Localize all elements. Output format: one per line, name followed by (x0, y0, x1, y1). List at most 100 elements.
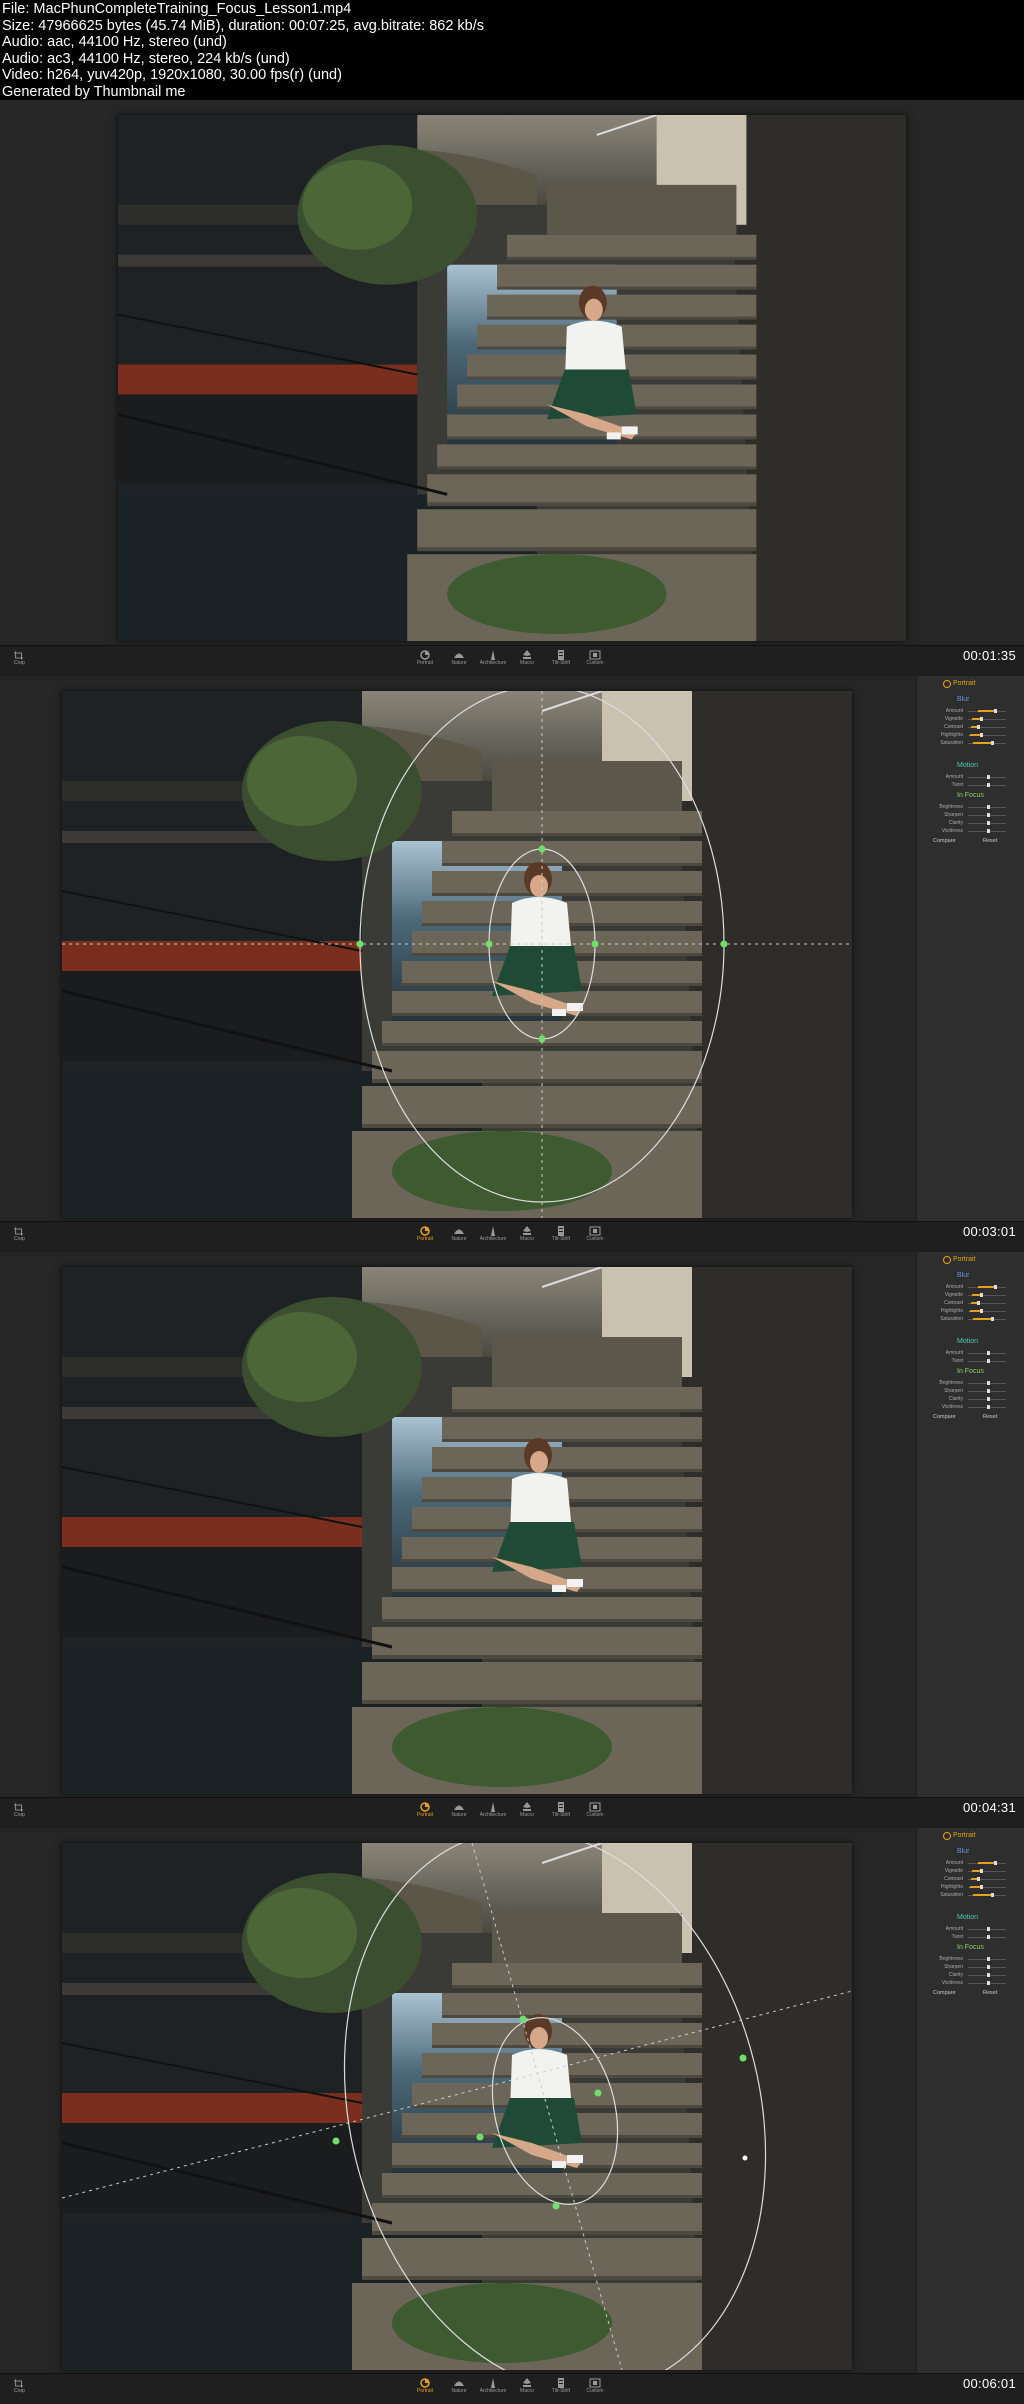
motion-row-twist[interactable]: Twist (923, 1358, 1023, 1366)
tool-architecture[interactable]: Architecture (478, 2378, 508, 2394)
blur-row-saturation[interactable]: Saturation (923, 1316, 1023, 1324)
slider-knob[interactable] (980, 1885, 983, 1889)
in-focus-section-title[interactable]: In Focus (957, 1944, 984, 1951)
slider-knob[interactable] (987, 805, 990, 809)
slider-knob[interactable] (987, 783, 990, 787)
tool-tilt-shift[interactable]: Tilt-Shift (546, 2378, 576, 2394)
tool-custom[interactable]: Custom (580, 650, 610, 666)
motion-row-twist[interactable]: Twist (923, 782, 1023, 790)
slider-knob[interactable] (977, 1301, 980, 1305)
slider-knob[interactable] (980, 1869, 983, 1873)
slider-knob[interactable] (987, 1935, 990, 1939)
slider-knob[interactable] (991, 1893, 994, 1897)
focus-row-sharpen[interactable]: Sharpen (923, 1388, 1023, 1396)
slider-knob[interactable] (987, 1965, 990, 1969)
blur-row-amount[interactable]: Amount (923, 1860, 1023, 1868)
focus-overlay[interactable] (62, 691, 852, 1218)
slider-knob[interactable] (980, 717, 983, 721)
tool-macro[interactable]: Macro (512, 2378, 542, 2394)
tool-architecture[interactable]: Architecture (478, 1226, 508, 1242)
blur-row-vignette[interactable]: Vignette (923, 1292, 1023, 1300)
slider-knob[interactable] (994, 1861, 997, 1865)
photo-canvas[interactable] (118, 115, 906, 641)
focus-row-vividness[interactable]: Vividness (923, 828, 1023, 836)
focus-row-brightness[interactable]: Brightness (923, 1956, 1023, 1964)
tool-nature[interactable]: Nature (444, 2378, 474, 2394)
reset-button[interactable]: Reset (983, 838, 997, 844)
tool-nature[interactable]: Nature (444, 1802, 474, 1818)
in-focus-section-title[interactable]: In Focus (957, 1368, 984, 1375)
control-handles[interactable] (332, 2015, 747, 2210)
focus-row-clarity[interactable]: Clarity (923, 1972, 1023, 1980)
focus-row-clarity[interactable]: Clarity (923, 1396, 1023, 1404)
blur-row-contrast[interactable]: Contrast (923, 724, 1023, 732)
blur-row-contrast[interactable]: Contrast (923, 1876, 1023, 1884)
tool-tilt-shift[interactable]: Tilt-Shift (546, 650, 576, 666)
tool-portrait[interactable]: Portrait (410, 1802, 440, 1818)
tool-tilt-shift[interactable]: Tilt-Shift (546, 1802, 576, 1818)
focus-row-sharpen[interactable]: Sharpen (923, 1964, 1023, 1972)
blur-row-vignette[interactable]: Vignette (923, 1868, 1023, 1876)
blur-section-title[interactable]: Blur (957, 696, 969, 703)
blur-section-title[interactable]: Blur (957, 1848, 969, 1855)
slider-knob[interactable] (987, 1405, 990, 1409)
in-focus-section-title[interactable]: In Focus (957, 792, 984, 799)
tool-portrait[interactable]: Portrait (410, 2378, 440, 2394)
photo-canvas[interactable] (62, 1267, 852, 1794)
slider-knob[interactable] (977, 1877, 980, 1881)
slider-knob[interactable] (994, 709, 997, 713)
tool-portrait[interactable]: Portrait (410, 650, 440, 666)
focus-row-vividness[interactable]: Vividness (923, 1980, 1023, 1988)
motion-row-amount[interactable]: Amount (923, 774, 1023, 782)
tool-macro[interactable]: Macro (512, 1802, 542, 1818)
slider-knob[interactable] (980, 1293, 983, 1297)
focus-row-sharpen[interactable]: Sharpen (923, 812, 1023, 820)
compare-button[interactable]: Compare (933, 1414, 956, 1420)
tool-custom[interactable]: Custom (580, 1802, 610, 1818)
slider-knob[interactable] (987, 1957, 990, 1961)
crop-tool[interactable]: Crop (14, 1227, 25, 1242)
slider-knob[interactable] (980, 733, 983, 737)
focus-row-vividness[interactable]: Vividness (923, 1404, 1023, 1412)
tool-tilt-shift[interactable]: Tilt-Shift (546, 1226, 576, 1242)
focus-row-clarity[interactable]: Clarity (923, 820, 1023, 828)
tool-architecture[interactable]: Architecture (478, 650, 508, 666)
crop-tool[interactable]: Crop (14, 651, 25, 666)
compare-button[interactable]: Compare (933, 1990, 956, 1996)
slider-knob[interactable] (987, 1381, 990, 1385)
blur-row-highlights[interactable]: Highlights (923, 1308, 1023, 1316)
slider-knob[interactable] (987, 1397, 990, 1401)
tool-nature[interactable]: Nature (444, 1226, 474, 1242)
photo-canvas[interactable] (62, 1843, 852, 2370)
crop-tool[interactable]: Crop (14, 1803, 25, 1818)
blur-row-highlights[interactable]: Highlights (923, 1884, 1023, 1892)
blur-row-vignette[interactable]: Vignette (923, 716, 1023, 724)
tool-portrait[interactable]: Portrait (410, 1226, 440, 1242)
motion-row-amount[interactable]: Amount (923, 1926, 1023, 1934)
motion-section-title[interactable]: Motion (957, 1914, 978, 1921)
tool-macro[interactable]: Macro (512, 1226, 542, 1242)
tool-custom[interactable]: Custom (580, 2378, 610, 2394)
focus-row-brightness[interactable]: Brightness (923, 1380, 1023, 1388)
focus-row-brightness[interactable]: Brightness (923, 804, 1023, 812)
blur-row-amount[interactable]: Amount (923, 1284, 1023, 1292)
focus-overlay[interactable] (62, 1843, 852, 2370)
tool-custom[interactable]: Custom (580, 1226, 610, 1242)
compare-button[interactable]: Compare (933, 838, 956, 844)
slider-knob[interactable] (987, 1927, 990, 1931)
slider-knob[interactable] (991, 1317, 994, 1321)
slider-knob[interactable] (980, 1309, 983, 1313)
blur-row-highlights[interactable]: Highlights (923, 732, 1023, 740)
blur-section-title[interactable]: Blur (957, 1272, 969, 1279)
blur-row-saturation[interactable]: Saturation (923, 1892, 1023, 1900)
slider-knob[interactable] (994, 1285, 997, 1289)
slider-knob[interactable] (977, 725, 980, 729)
crop-tool[interactable]: Crop (14, 2379, 25, 2394)
reset-button[interactable]: Reset (983, 1990, 997, 1996)
slider-knob[interactable] (987, 775, 990, 779)
photo-canvas[interactable] (62, 691, 852, 1218)
slider-knob[interactable] (991, 741, 994, 745)
slider-knob[interactable] (987, 821, 990, 825)
slider-knob[interactable] (987, 813, 990, 817)
motion-row-amount[interactable]: Amount (923, 1350, 1023, 1358)
